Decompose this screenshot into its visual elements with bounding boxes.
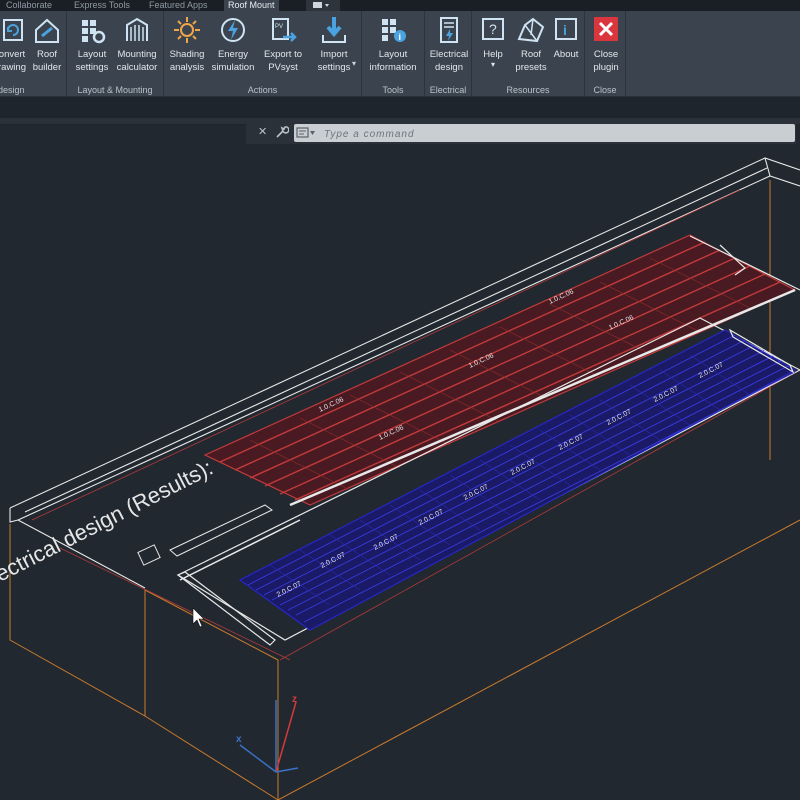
ribbon-tab-bar: Collaborate Express Tools Featured Apps … — [0, 0, 800, 11]
mounting-calculator-button[interactable]: Mounting calculator — [113, 15, 161, 74]
group-resources: ? Help ▾ Roof presets i About Resources — [472, 11, 585, 96]
group-close: Close plugin Close — [585, 11, 626, 96]
convert-icon — [3, 19, 23, 41]
import-dropdown-icon[interactable]: ▾ — [352, 59, 356, 68]
help-icon: ? — [482, 18, 504, 40]
command-history-icon[interactable] — [296, 127, 316, 139]
group-label-tools: Tools — [382, 85, 404, 95]
layout-settings-label1: Layout — [77, 49, 107, 60]
roof-presets-label2: presets — [515, 62, 547, 73]
help-dropdown-icon[interactable]: ▾ — [476, 61, 510, 69]
tab-featured-apps[interactable]: Featured Apps — [145, 0, 212, 11]
close-icon — [594, 17, 618, 41]
help-button[interactable]: ? Help ▾ — [476, 15, 510, 69]
energy-simulation-label1: Energy — [217, 49, 249, 60]
shading-analysis-label2: analysis — [169, 62, 205, 73]
roof-presets-label1: Roof — [520, 49, 542, 60]
tab-collaborate[interactable]: Collaborate — [2, 0, 56, 11]
layout-information-label2: information — [369, 62, 417, 73]
group-label-actions: Actions — [247, 85, 278, 95]
export-pvsyst-button[interactable]: PV Export to PVsyst — [259, 15, 307, 74]
shading-analysis-button[interactable]: Shading analysis — [166, 15, 208, 74]
group-label-close: Close — [593, 85, 617, 95]
roof-presets-button[interactable]: Roof presets — [512, 15, 550, 74]
export-pvsyst-label1: Export to — [263, 49, 303, 60]
layout-information-button[interactable]: i Layout information — [365, 15, 421, 74]
sun-icon — [174, 17, 200, 43]
group-layout-mounting: Layout settings Mounting calculator Layo… — [67, 11, 164, 96]
svg-text:PV: PV — [275, 24, 283, 30]
tab-express-tools[interactable]: Express Tools — [70, 0, 134, 11]
import-settings-label2: settings — [317, 62, 351, 73]
group-label-design: design — [0, 85, 25, 95]
group-label-resources: Resources — [506, 85, 550, 95]
close-plugin-label2: plugin — [593, 62, 619, 73]
roof-builder-label1: Roof — [36, 49, 58, 60]
about-button[interactable]: i About — [550, 15, 582, 61]
wrench-icon[interactable] — [275, 125, 289, 139]
electrical-design-label1: Electrical — [429, 49, 469, 60]
mounting-icon — [126, 17, 148, 41]
mouse-cursor-icon — [192, 607, 205, 628]
command-input[interactable] — [322, 125, 786, 143]
annotation-box — [137, 504, 273, 566]
layout-information-label1: Layout — [378, 49, 408, 60]
about-icon: i — [555, 18, 577, 40]
svg-text:i: i — [563, 22, 567, 38]
close-plugin-label1: Close — [593, 49, 619, 60]
shading-analysis-label1: Shading — [169, 49, 205, 60]
roof-presets-icon — [517, 17, 545, 43]
svg-text:?: ? — [489, 21, 497, 37]
group-label-layout-mounting: Layout & Mounting — [77, 85, 153, 95]
command-close-icon[interactable]: ✕ — [258, 125, 270, 139]
download-icon — [322, 17, 346, 43]
workspace-dropdown[interactable] — [306, 0, 340, 11]
grid-gear-icon — [82, 20, 106, 44]
house-icon — [35, 18, 59, 43]
lightning-icon — [221, 18, 245, 42]
screen-icon — [313, 2, 329, 8]
ucs-axis-icon: z x — [236, 694, 299, 773]
about-label: About — [553, 49, 579, 60]
import-settings-button[interactable]: Import settings — [311, 15, 357, 74]
group-tools: i Layout information Tools — [362, 11, 425, 96]
ribbon-panel: onvert rawing Roof builder design Layout… — [0, 11, 800, 97]
svg-text:i: i — [399, 32, 402, 42]
layout-settings-label2: settings — [75, 62, 109, 73]
roof-builder-label2: builder — [32, 62, 62, 73]
roof-builder-button[interactable]: Roof builder — [28, 15, 66, 74]
electrical-panel-icon — [440, 17, 458, 43]
electrical-design-button[interactable]: Electrical design — [427, 15, 471, 74]
command-input-container — [294, 124, 795, 143]
mounting-calculator-label2: calculator — [116, 62, 158, 73]
export-pvsyst-label2: PVsyst — [268, 62, 298, 73]
group-design: onvert rawing Roof builder design — [0, 11, 67, 96]
svg-text:x: x — [236, 734, 242, 745]
tab-roof-mount[interactable]: Roof Mount — [224, 0, 279, 11]
energy-simulation-button[interactable]: Energy simulation — [209, 15, 257, 74]
import-settings-label1: Import — [320, 49, 348, 60]
roof-model-canvas: ectrical design (Results): 1.0.C.06 1.0.… — [0, 157, 800, 800]
electrical-design-label2: design — [435, 62, 463, 73]
annotation-text: ectrical design (Results): — [0, 455, 217, 587]
group-actions: Shading analysis Energy simulation PV Ex… — [164, 11, 362, 96]
svg-text:z: z — [292, 694, 297, 705]
mounting-calculator-label1: Mounting — [117, 49, 157, 60]
group-label-electrical: Electrical — [429, 85, 467, 95]
energy-simulation-label2: simulation — [211, 62, 255, 73]
layout-settings-button[interactable]: Layout settings — [70, 15, 114, 74]
close-plugin-button[interactable]: Close plugin — [587, 15, 625, 74]
group-electrical: Electrical design Electrical — [425, 11, 472, 96]
export-icon: PV — [272, 18, 297, 42]
drawing-viewport[interactable]: ectrical design (Results): 1.0.C.06 1.0.… — [0, 145, 800, 800]
info-grid-icon: i — [382, 19, 406, 42]
